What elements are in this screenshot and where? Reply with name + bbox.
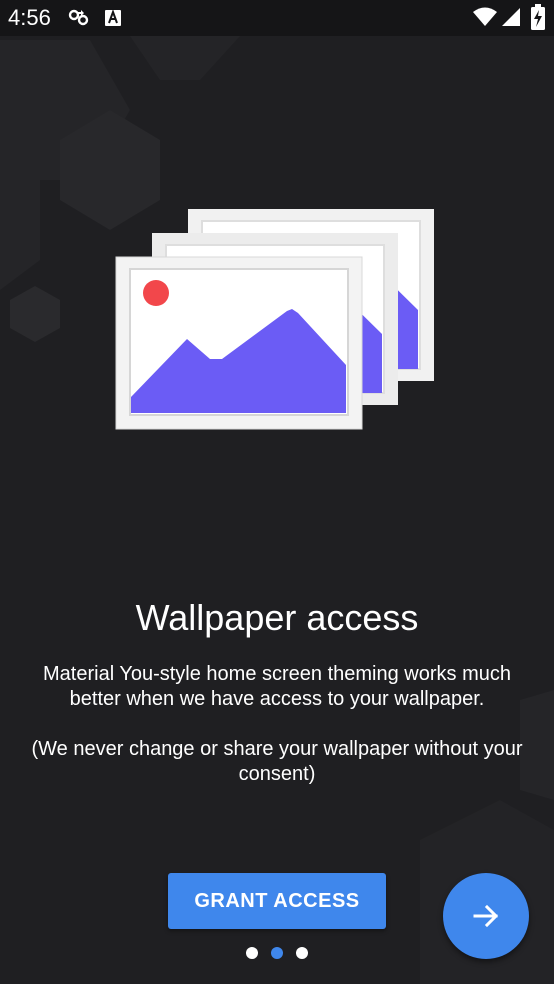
- permission-description: Material You-style home screen theming w…: [43, 663, 511, 710]
- arrow-right-icon: [473, 904, 499, 928]
- background-hexagon-pattern: [0, 36, 554, 984]
- grant-access-button[interactable]: GRANT ACCESS: [168, 873, 386, 929]
- next-button[interactable]: [443, 873, 529, 959]
- page-title: Wallpaper access: [135, 597, 419, 638]
- wallpaper-stack-illustration: [115, 209, 434, 430]
- recycle-icon: [68, 9, 89, 26]
- signal-icon: [502, 8, 520, 26]
- battery-charging-icon: [531, 4, 545, 30]
- status-time: 4:56: [8, 5, 51, 30]
- page-dot-3: [296, 947, 308, 959]
- keyboard-a-icon: [105, 9, 121, 26]
- page-indicator: [246, 946, 308, 960]
- page-dot-1: [246, 947, 258, 959]
- wifi-icon: [473, 7, 497, 26]
- page-dot-2-active: [271, 947, 283, 959]
- status-bar: 4:56: [0, 0, 554, 36]
- privacy-note: (We never change or share your wallpaper…: [31, 738, 523, 785]
